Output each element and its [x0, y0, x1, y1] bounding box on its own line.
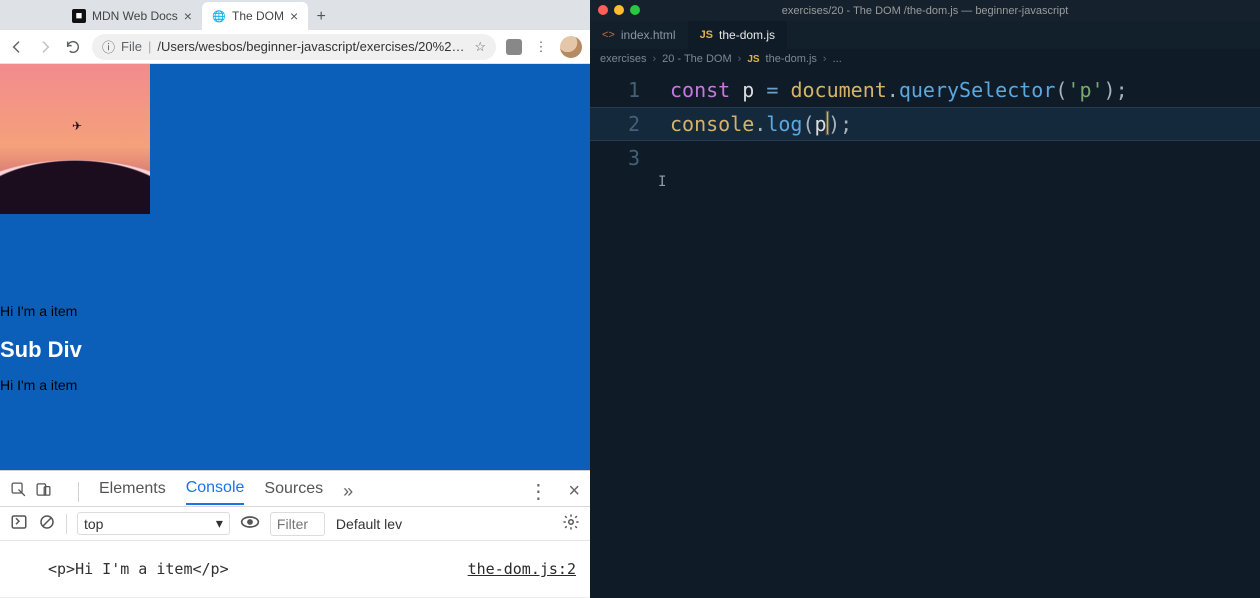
traffic-light-close-icon[interactable]: [598, 5, 608, 15]
editor-tab-label: index.html: [621, 28, 676, 42]
chevron-right-icon: ›: [738, 53, 742, 65]
devtools-close-icon[interactable]: ×: [568, 480, 580, 503]
code-content[interactable]: const p = document.querySelector('p'); c…: [670, 73, 1128, 175]
breadcrumb-segment[interactable]: 20 - The DOM: [662, 53, 732, 65]
chrome-window: ■ MDN Web Docs × 🌐 The DOM × + ⓘ: [0, 0, 590, 598]
log-levels-selector[interactable]: Default lev: [335, 515, 403, 533]
editor-tab-the-dom-js[interactable]: JS the-dom.js: [688, 21, 788, 49]
console-sidebar-icon[interactable]: [10, 513, 28, 535]
console-filter-input[interactable]: [270, 512, 325, 536]
chrome-address-bar: ⓘ File | /Users/wesbos/beginner-javascri…: [0, 30, 590, 64]
devtools-menu-icon[interactable]: ⋮: [528, 479, 548, 504]
paragraph-item: Hi I'm a item: [0, 377, 82, 393]
line-number: 1: [590, 73, 640, 107]
js-file-icon: JS: [747, 54, 759, 65]
inspect-icon[interactable]: [10, 481, 27, 502]
breadcrumb-segment[interactable]: exercises: [600, 53, 646, 65]
devtools: Elements Console Sources » ⋮ × top ▾: [0, 470, 590, 598]
console-log-output: <p>Hi I'm a item</p>: [48, 560, 229, 578]
bookmark-star-icon[interactable]: ☆: [474, 39, 486, 55]
chevron-down-icon: ▾: [216, 515, 223, 532]
chevron-right-icon: ›: [823, 53, 827, 65]
sub-div-heading: Sub Div: [0, 337, 82, 363]
code-line[interactable]: [670, 141, 1128, 175]
favicon-default: 🌐: [212, 9, 226, 23]
devtools-filter-bar: top ▾ Default lev: [0, 507, 590, 541]
vscode-titlebar: exercises/20 - The DOM /the-dom.js — beg…: [590, 0, 1260, 21]
file-chip: File: [121, 39, 142, 54]
tab-title: MDN Web Docs: [92, 9, 178, 23]
chrome-tabstrip: ■ MDN Web Docs × 🌐 The DOM × +: [0, 0, 590, 30]
editor-tab-index-html[interactable]: <> index.html: [590, 21, 688, 49]
close-icon[interactable]: ×: [290, 8, 298, 24]
devtools-overflow-icon[interactable]: »: [343, 481, 353, 502]
devtools-tab-sources[interactable]: Sources: [264, 480, 323, 504]
devtools-tab-console[interactable]: Console: [186, 479, 245, 505]
browser-tab-mdn[interactable]: ■ MDN Web Docs ×: [62, 2, 202, 30]
extension-icon[interactable]: [506, 39, 522, 55]
context-label: top: [84, 516, 103, 532]
vscode-window: exercises/20 - The DOM /the-dom.js — beg…: [590, 0, 1260, 598]
device-toggle-icon[interactable]: [35, 481, 52, 502]
breadcrumb-segment[interactable]: ...: [833, 53, 842, 65]
clear-console-icon[interactable]: [38, 513, 56, 535]
console-log-source-link[interactable]: the-dom.js:2: [468, 560, 576, 578]
page-viewport: Hi I'm a item Sub Div Hi I'm a item: [0, 64, 590, 470]
editor-tab-bar: <> index.html JS the-dom.js: [590, 21, 1260, 49]
chevron-right-icon: ›: [652, 53, 656, 65]
live-expression-icon[interactable]: [240, 515, 260, 533]
back-icon[interactable]: [8, 38, 26, 56]
paragraph-item: Hi I'm a item: [0, 303, 82, 319]
console-log-row[interactable]: <p>Hi I'm a item</p> the-dom.js:2: [0, 541, 590, 598]
breadcrumb-segment[interactable]: the-dom.js: [766, 53, 817, 65]
html-file-icon: <>: [602, 29, 615, 41]
forward-icon[interactable]: [36, 38, 54, 56]
code-editor[interactable]: 1 2 3 const p = document.querySelector('…: [590, 69, 1260, 598]
tab-title: The DOM: [232, 9, 284, 23]
omnibox[interactable]: ⓘ File | /Users/wesbos/beginner-javascri…: [92, 34, 496, 60]
code-line[interactable]: const p = document.querySelector('p');: [670, 73, 1128, 107]
js-file-icon: JS: [700, 29, 713, 41]
favicon-mdn: ■: [72, 9, 86, 23]
profile-avatar[interactable]: [560, 36, 582, 58]
vscode-title: exercises/20 - The DOM /the-dom.js — beg…: [782, 5, 1069, 17]
window-controls[interactable]: [598, 5, 640, 15]
page-content: Hi I'm a item Sub Div Hi I'm a item: [0, 299, 82, 397]
editor-tab-label: the-dom.js: [719, 28, 775, 42]
line-number: 3: [590, 141, 640, 175]
traffic-light-zoom-icon[interactable]: [630, 5, 640, 15]
gutter: 1 2 3: [590, 73, 660, 175]
editor-breadcrumb[interactable]: exercises › 20 - The DOM › JS the-dom.js…: [590, 49, 1260, 69]
code-line[interactable]: console.log(p);: [670, 107, 1128, 141]
devtools-tab-elements[interactable]: Elements: [99, 480, 166, 504]
i-beam-cursor-icon: I: [658, 165, 666, 199]
new-tab-button[interactable]: +: [308, 4, 334, 30]
omnibox-url: /Users/wesbos/beginner-javascript/exerci…: [157, 39, 468, 54]
omnibox-divider: |: [148, 39, 151, 54]
execution-context-selector[interactable]: top ▾: [77, 512, 230, 535]
traffic-light-minimize-icon[interactable]: [614, 5, 624, 15]
close-icon[interactable]: ×: [184, 8, 192, 24]
reload-icon[interactable]: [64, 38, 82, 56]
hero-image: [0, 64, 150, 214]
line-number: 2: [590, 107, 640, 141]
info-icon[interactable]: ⓘ: [102, 37, 115, 56]
console-settings-icon[interactable]: [562, 513, 580, 535]
extensions-divider: ⋮: [532, 38, 550, 56]
devtools-tabs: Elements Console Sources » ⋮ ×: [0, 471, 590, 507]
browser-tab-the-dom[interactable]: 🌐 The DOM ×: [202, 2, 308, 30]
